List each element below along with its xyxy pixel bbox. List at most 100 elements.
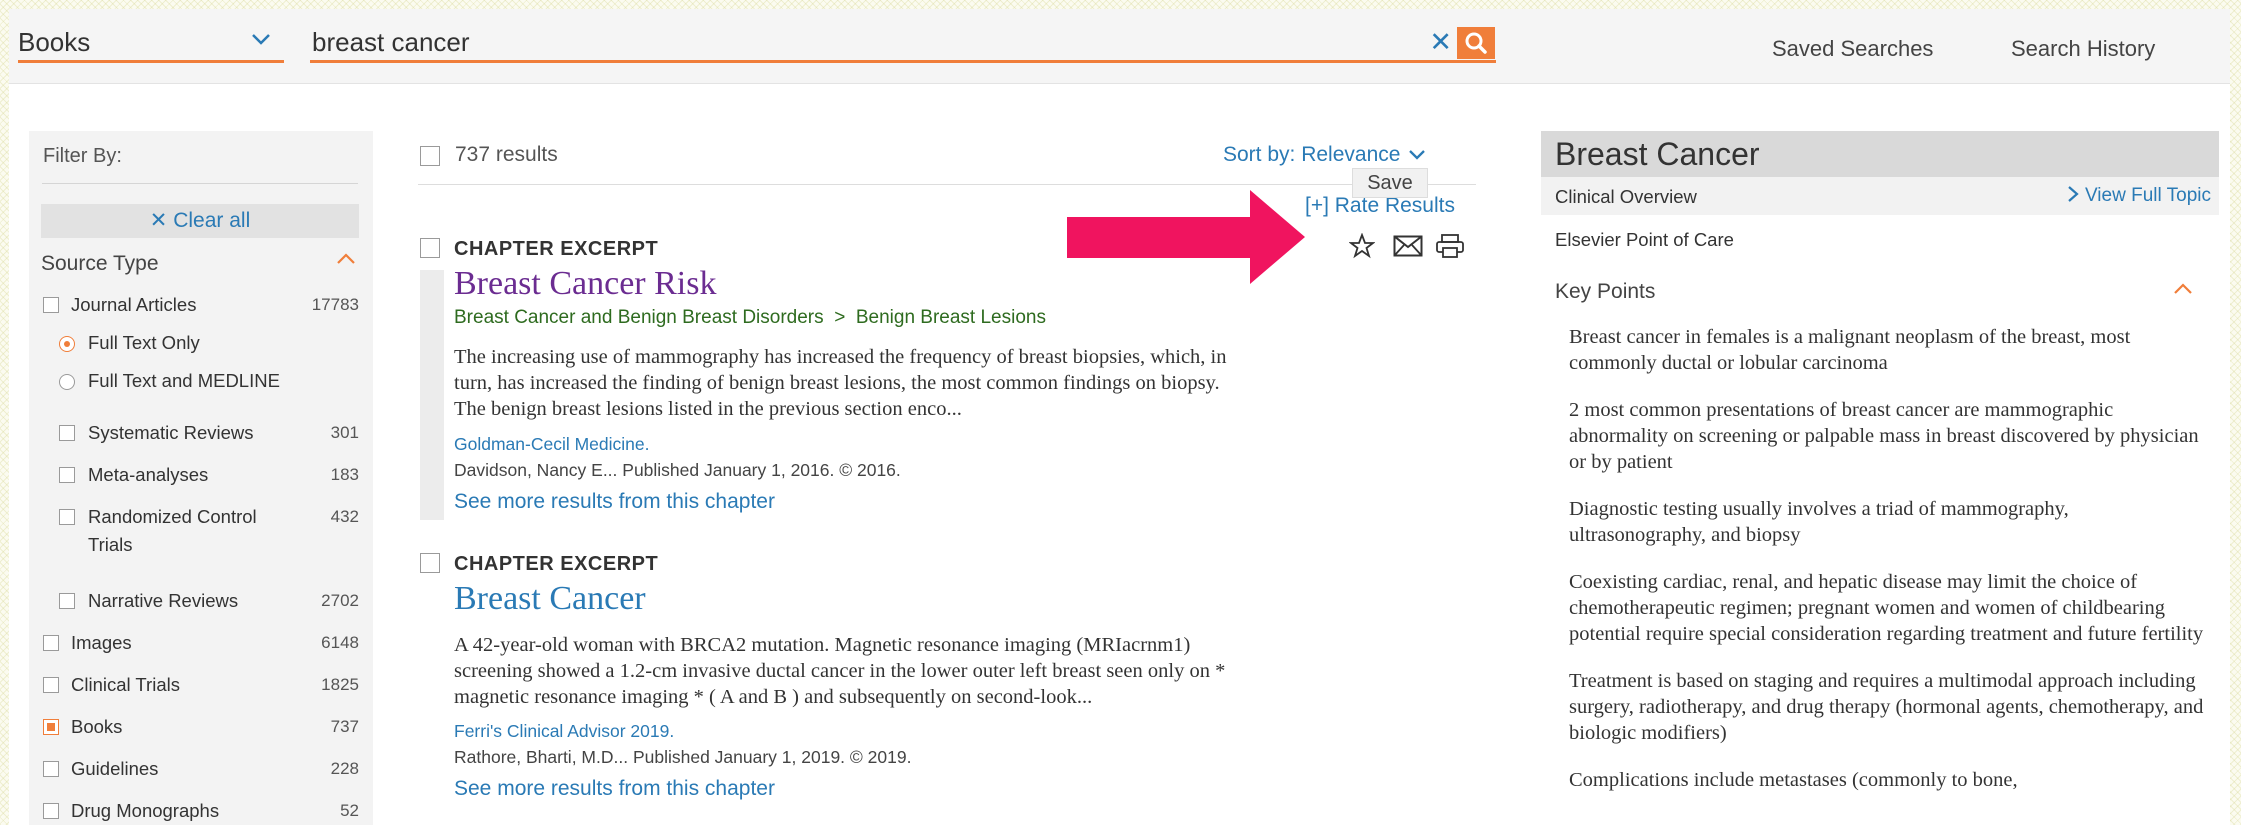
full-text-only-radio[interactable]	[59, 336, 75, 352]
result-highlight-bar	[420, 270, 444, 520]
search-query: breast cancer	[312, 27, 470, 57]
key-point: 2 most common presentations of breast ca…	[1569, 399, 2199, 473]
clear-search-icon[interactable]: ✕	[1429, 26, 1452, 58]
category-select[interactable]: Books	[18, 26, 284, 63]
filter-panel: Filter By: ✕ Clear all Source Type Journ…	[29, 131, 373, 825]
filter-count: 2702	[321, 591, 359, 610]
filter-label: Randomized Control	[88, 506, 257, 527]
breadcrumb-item[interactable]: Breast Cancer and Benign Breast Disorder…	[454, 307, 824, 328]
filter-label: Narrative Reviews	[88, 590, 239, 611]
breadcrumb-item[interactable]: Benign Breast Lesions	[856, 307, 1046, 328]
abstract-line: magnetic resonance imaging * ( A and B )…	[454, 686, 1093, 708]
divider	[418, 184, 1476, 185]
results-count: 737 results	[455, 143, 558, 166]
abstract-line: The benign breast lesions listed in the …	[454, 398, 962, 420]
view-full-topic-link[interactable]: View Full Topic	[2066, 185, 2211, 207]
breadcrumb-separator-icon: >	[828, 307, 851, 328]
search-button[interactable]	[1457, 27, 1495, 59]
topic-subtitle: Clinical Overview	[1555, 186, 1697, 207]
filter-title: Filter By:	[43, 145, 122, 167]
clinical-trials-checkbox[interactable]	[43, 677, 59, 693]
journal-articles-checkbox[interactable]	[43, 297, 59, 313]
star-icon[interactable]	[1349, 233, 1375, 259]
chevron-up-icon[interactable]	[335, 248, 357, 276]
close-icon: ✕	[149, 209, 168, 232]
key-point: Diagnostic testing usually involves a tr…	[1569, 498, 2069, 546]
divider	[42, 183, 358, 184]
result-abstract: A 42-year-old woman with BRCA2 mutation.…	[454, 632, 1464, 710]
sort-dropdown[interactable]: Sort by: Relevance	[1223, 143, 1428, 167]
filter-label: Meta-analyses	[88, 464, 209, 485]
books-checkbox[interactable]	[43, 719, 59, 735]
print-icon[interactable]	[1435, 233, 1465, 259]
annotation-arrow-icon	[1067, 190, 1305, 284]
result-checkbox[interactable]	[420, 553, 440, 573]
filter-label: Full Text and MEDLINE	[88, 370, 280, 391]
see-more-link[interactable]: See more results from this chapter	[454, 776, 775, 802]
result-authors: Davidson, Nancy E... Published January 1…	[454, 460, 901, 480]
topic-panel-subheader: Clinical Overview View Full Topic	[1541, 177, 2219, 215]
filter-count: 52	[340, 801, 359, 820]
result-source-link[interactable]: Goldman-Cecil Medicine.	[454, 433, 650, 455]
saved-searches-link[interactable]: Saved Searches	[1772, 36, 1933, 62]
clear-all-button[interactable]: ✕ Clear all	[41, 204, 359, 238]
systematic-reviews-checkbox[interactable]	[59, 425, 75, 441]
meta-analyses-checkbox[interactable]	[59, 467, 75, 483]
search-icon	[1465, 32, 1487, 54]
sort-label: Sort by: Relevance	[1223, 143, 1401, 166]
filter-label-continued: Trials	[88, 534, 133, 555]
select-all-checkbox[interactable]	[420, 146, 440, 166]
key-point: Complications include metastases (common…	[1569, 769, 2018, 791]
filter-label: Images	[71, 632, 132, 653]
result-type: CHAPTER EXCERPT	[454, 553, 659, 575]
key-point: Coexisting cardiac, renal, and hepatic d…	[1569, 571, 2204, 645]
breadcrumb: Breast Cancer and Benign Breast Disorder…	[454, 306, 1046, 330]
chevron-up-icon[interactable]	[2172, 278, 2194, 306]
view-full-topic-label: View Full Topic	[2084, 185, 2211, 206]
result-title[interactable]: Breast Cancer	[454, 579, 646, 619]
filter-label: Journal Articles	[71, 294, 197, 315]
abstract-line: turn, has increased the finding of benig…	[454, 372, 1220, 394]
filter-label: Guidelines	[71, 758, 159, 779]
result-authors: Rathore, Bharti, M.D... Published Januar…	[454, 747, 912, 767]
filter-count: 301	[330, 423, 359, 442]
see-more-link[interactable]: See more results from this chapter	[454, 489, 775, 515]
abstract-line: The increasing use of mammography has in…	[454, 346, 1227, 368]
source-type-heading: Source Type	[41, 252, 159, 275]
topic-source: Elsevier Point of Care	[1555, 229, 1734, 250]
key-points-heading: Key Points	[1555, 280, 1656, 303]
result-type: CHAPTER EXCERPT	[454, 238, 659, 260]
save-tooltip: Save	[1352, 168, 1428, 198]
chevron-right-icon	[2067, 186, 2079, 202]
key-point: Treatment is based on staging and requir…	[1569, 670, 2204, 744]
narrative-reviews-checkbox[interactable]	[59, 593, 75, 609]
full-text-medline-radio[interactable]	[59, 374, 75, 390]
search-history-link[interactable]: Search History	[2011, 36, 2155, 62]
filter-label: Clinical Trials	[71, 674, 180, 695]
images-checkbox[interactable]	[43, 635, 59, 651]
filter-label: Books	[71, 716, 123, 737]
mail-icon[interactable]	[1393, 235, 1423, 257]
result-checkbox[interactable]	[420, 238, 440, 258]
filter-count: 6148	[321, 633, 359, 652]
abstract-line: A 42-year-old woman with BRCA2 mutation.…	[454, 634, 1191, 656]
filter-count: 432	[330, 507, 359, 526]
filter-count: 183	[330, 465, 359, 484]
result-title[interactable]: Breast Cancer Risk	[454, 264, 717, 304]
filter-label: Systematic Reviews	[88, 422, 254, 443]
filter-count: 17783	[311, 295, 359, 314]
key-points-list: Breast cancer in females is a malignant …	[1569, 324, 2209, 814]
drug-monographs-checkbox[interactable]	[43, 803, 59, 819]
guidelines-checkbox[interactable]	[43, 761, 59, 777]
category-select-value: Books	[18, 27, 91, 57]
topic-panel-header: Breast Cancer	[1541, 131, 2219, 177]
result-abstract: The increasing use of mammography has in…	[454, 344, 1464, 422]
result-source-link[interactable]: Ferri's Clinical Advisor 2019.	[454, 720, 674, 742]
search-input[interactable]: breast cancer ✕	[310, 26, 1496, 63]
key-point: Breast cancer in females is a malignant …	[1569, 326, 2131, 374]
chevron-down-icon	[250, 28, 272, 57]
filter-label: Full Text Only	[88, 332, 200, 353]
randomized-control-checkbox[interactable]	[59, 509, 75, 525]
filter-count: 737	[330, 717, 359, 736]
filter-label: Drug Monographs	[71, 800, 220, 821]
